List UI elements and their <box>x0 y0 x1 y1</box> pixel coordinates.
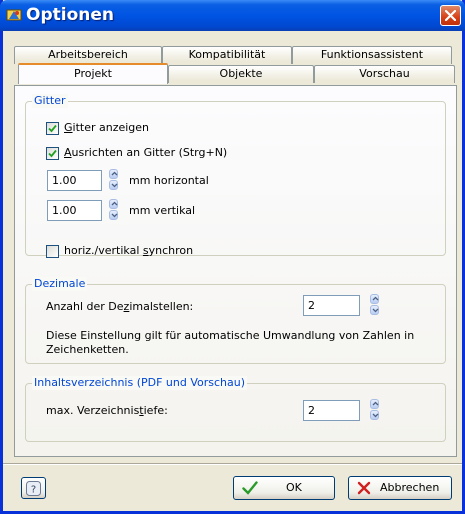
chevron-up-icon <box>372 401 379 406</box>
spin-down-button[interactable] <box>109 180 118 190</box>
decimal-places-label: Anzahl der Dezimalstellen: <box>46 300 194 313</box>
tab-funktionsassistent[interactable]: Funktionsassistent <box>292 46 452 64</box>
snap-grid-label[interactable]: Ausrichten an Gitter (Strg+N) <box>64 146 227 160</box>
tab-projekt[interactable]: Projekt <box>18 63 168 84</box>
checkmark-icon <box>48 124 57 133</box>
spin-down-button[interactable] <box>370 305 379 315</box>
spin-down-button[interactable] <box>370 410 379 420</box>
chevron-up-icon <box>111 171 118 176</box>
checkmark-icon <box>242 481 258 495</box>
toc-depth-spinner[interactable] <box>370 399 379 421</box>
tab-panel-projekt: Gitter Gitter anzeigen Ausrichten an Git… <box>14 85 457 457</box>
tab-label: Objekte <box>219 67 263 80</box>
options-dialog: Optionen Arbeitsbereich Kompatibilität F… <box>0 0 465 514</box>
cross-icon <box>357 481 371 495</box>
grid-vertical-input[interactable]: 1.00 <box>47 200 102 221</box>
tab-label: Projekt <box>74 67 112 80</box>
cancel-button[interactable]: Abbrechen <box>348 476 452 500</box>
tab-objekte[interactable]: Objekte <box>168 65 314 83</box>
chevron-up-icon <box>111 201 118 206</box>
sync-label[interactable]: horiz./vertikal synchron <box>64 244 193 258</box>
spin-up-button[interactable] <box>109 199 118 209</box>
group-dezimale: Dezimale Anzahl der Dezimalstellen: 2 Di… <box>25 277 446 364</box>
tab-label: Arbeitsbereich <box>48 48 128 61</box>
close-icon <box>445 10 456 21</box>
window-title: Optionen <box>26 5 114 25</box>
tab-label: Vorschau <box>359 67 410 80</box>
grid-horizontal-input[interactable]: 1.00 <box>47 170 102 191</box>
checkmark-icon <box>48 149 57 158</box>
group-title: Gitter <box>32 94 68 108</box>
decimal-info-text: Diese Einstellung gilt für automatische … <box>46 329 415 356</box>
chevron-down-icon <box>111 183 118 188</box>
group-title: Dezimale <box>32 277 88 291</box>
chevron-down-icon <box>372 413 379 418</box>
group-title: Inhaltsverzeichnis (PDF und Vorschau) <box>32 376 248 390</box>
decimal-places-input[interactable]: 2 <box>303 295 360 316</box>
spin-down-button[interactable] <box>109 210 118 220</box>
grid-horizontal-label: mm horizontal <box>129 174 209 187</box>
tab-label: Funktionsassistent <box>320 48 424 61</box>
snap-grid-checkbox[interactable] <box>46 147 59 160</box>
toc-depth-label: max. Verzeichnistiefe: <box>46 404 168 417</box>
group-gitter: Gitter Gitter anzeigen Ausrichten an Git… <box>25 94 446 258</box>
grid-horizontal-spinner[interactable] <box>109 169 118 191</box>
decimal-places-spinner[interactable] <box>370 294 379 316</box>
tab-vorschau[interactable]: Vorschau <box>314 65 455 83</box>
title-bar: Optionen <box>0 0 465 31</box>
grid-vertical-label: mm vertikal <box>129 204 196 217</box>
chevron-down-icon <box>111 213 118 218</box>
help-button[interactable]: ? <box>21 477 46 499</box>
help-icon: ? <box>26 481 41 496</box>
ok-button[interactable]: OK <box>233 476 335 500</box>
sync-checkbox[interactable] <box>46 245 59 258</box>
cancel-label: Abbrechen <box>380 481 440 494</box>
spin-up-button[interactable] <box>370 399 379 409</box>
spin-up-button[interactable] <box>109 169 118 179</box>
app-logo-icon <box>6 7 22 23</box>
toc-depth-input[interactable]: 2 <box>303 400 360 421</box>
tab-label: Kompatibilität <box>188 48 266 61</box>
grid-vertical-spinner[interactable] <box>109 199 118 221</box>
show-grid-label[interactable]: Gitter anzeigen <box>64 121 149 135</box>
bottom-separator <box>3 463 462 465</box>
chevron-down-icon <box>372 308 379 313</box>
svg-text:?: ? <box>31 485 36 496</box>
tab-kompatibilitaet[interactable]: Kompatibilität <box>162 46 292 64</box>
close-button[interactable] <box>440 5 461 26</box>
chevron-up-icon <box>372 296 379 301</box>
show-grid-checkbox[interactable] <box>46 122 59 135</box>
tab-arbeitsbereich[interactable]: Arbeitsbereich <box>14 46 162 64</box>
tab-row-front: Projekt Objekte Vorschau <box>14 63 457 84</box>
spin-up-button[interactable] <box>370 294 379 304</box>
ok-label: OK <box>286 481 302 494</box>
group-inhaltsverzeichnis: Inhaltsverzeichnis (PDF und Vorschau) ma… <box>25 376 446 442</box>
